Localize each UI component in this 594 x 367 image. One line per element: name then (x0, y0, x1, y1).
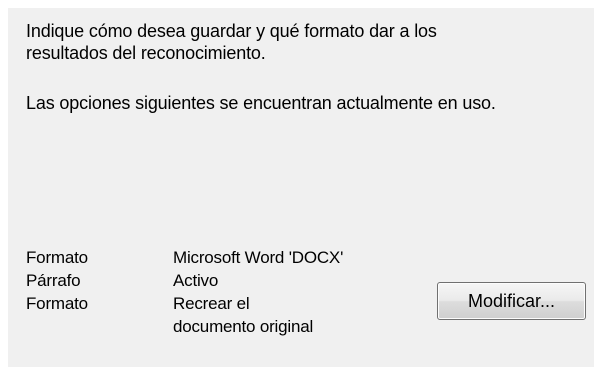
setting-label-paragraph: Párrafo (26, 271, 81, 290)
intro-text-line-2: resultados del reconocimiento. (26, 43, 266, 63)
intro-text-line-1: Indique cómo desea guardar y qué formato… (26, 21, 437, 41)
modify-button[interactable]: Modificar... (437, 282, 586, 320)
setting-value-format-layout-line-2: documento original (173, 317, 314, 336)
setting-label-format: Formato (26, 248, 88, 267)
setting-value-format: Microsoft Word 'DOCX' (173, 248, 344, 267)
setting-label-format-layout: Formato (26, 294, 88, 313)
setting-value-format-layout-line-1: Recrear el (173, 294, 250, 313)
current-options-status: Las opciones siguientes se encuentran ac… (26, 93, 496, 113)
save-options-panel: Indique cómo desea guardar y qué formato… (8, 8, 594, 367)
setting-value-paragraph: Activo (173, 271, 219, 290)
